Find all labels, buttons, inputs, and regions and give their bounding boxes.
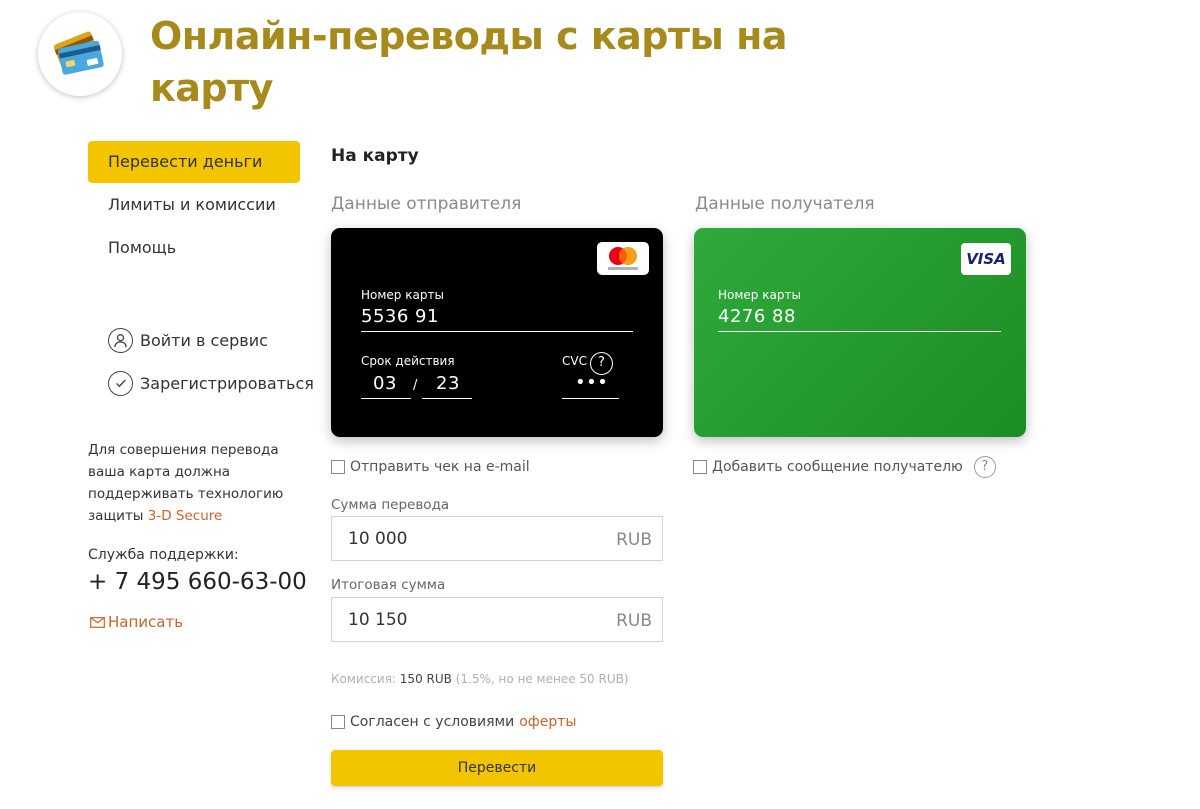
sidebar-item-limits[interactable]: Лимиты и комиссии [88,184,300,226]
send-receipt-option[interactable]: Отправить чек на e-mail [331,459,530,475]
total-field: 10 150 RUB [331,597,663,642]
user-icon [108,327,133,353]
expiry-year-underline [422,398,472,399]
add-message-label: Добавить сообщение получателю [712,459,963,475]
total-currency: RUB [616,611,652,631]
amount-value[interactable]: 10 000 [348,529,407,549]
sender-card: Номер карты 5536 91 Срок действия 03 / 2… [331,228,663,437]
register-link[interactable]: Зарегистрироваться [108,369,314,397]
expiry-month-input[interactable]: 03 [373,373,397,394]
sidebar-item-transfer[interactable]: Перевести деньги [88,141,300,183]
add-message-help-icon[interactable]: ? [973,456,996,478]
logo [38,12,122,96]
commission-note: (1.5%, но не менее 50 RUB) [455,672,629,686]
amount-currency: RUB [616,530,652,550]
login-link[interactable]: Войти в сервис [108,326,268,354]
login-label: Войти в сервис [140,330,268,350]
sidebar-item-help[interactable]: Помощь [88,227,300,269]
add-message-option[interactable]: Добавить сообщение получателю ? [693,456,996,478]
transfer-button[interactable]: Перевести [331,750,663,786]
add-message-checkbox[interactable] [693,460,707,474]
sender-card-number-label: Номер карты [361,288,444,302]
write-label: Написать [108,613,184,631]
form-heading: На карту [331,146,419,166]
cvc-label: CVC [562,354,587,368]
recipient-card-number-underline [718,331,1001,332]
agree-checkbox[interactable] [331,715,345,729]
expiry-month-underline [361,398,411,399]
expiry-separator: / [413,378,418,393]
recipient-card: VISA Номер карты 4276 88 [694,228,1026,437]
mastercard-icon [597,242,649,275]
recipient-section-label: Данные получателя [695,194,875,214]
expiry-year-input[interactable]: 23 [436,373,460,394]
commission-info: Комиссия: 150 RUB (1.5%, но не менее 50 … [331,672,629,686]
agree-option[interactable]: Согласен с условиями оферты [331,714,576,730]
commission-value: 150 RUB [399,672,452,686]
sender-card-number-underline [361,331,633,332]
cvc-input[interactable]: ••• [575,372,608,393]
write-link[interactable]: Написать [90,613,183,631]
total-value: 10 150 [348,610,408,630]
register-label: Зарегистрироваться [140,373,314,393]
support-phone: + 7 495 660-63-00 [88,569,307,595]
total-label: Итоговая сумма [331,577,446,593]
support-label: Служба поддержки: [88,547,239,563]
offer-link[interactable]: оферты [519,714,576,730]
amount-label: Сумма перевода [331,497,450,513]
3d-secure-link[interactable]: 3-D Secure [148,508,223,524]
commission-label: Комиссия: [331,672,396,686]
cvc-underline [562,398,619,399]
sender-section-label: Данные отправителя [331,194,522,214]
agree-label: Согласен с условиями [350,714,515,730]
recipient-card-number-input[interactable]: 4276 88 [718,306,796,327]
check-circle-icon [108,370,133,396]
visa-icon: VISA [961,243,1011,275]
mail-icon [90,616,105,628]
cards-icon [53,31,104,75]
sender-card-number-input[interactable]: 5536 91 [361,306,439,327]
send-receipt-label: Отправить чек на e-mail [350,459,530,475]
send-receipt-checkbox[interactable] [331,460,345,474]
page-title: Онлайн-переводы с карты на карту [150,14,788,110]
secure-info: Для совершения перевода ваша карта должн… [88,439,293,527]
recipient-card-number-label: Номер карты [718,288,801,302]
amount-field[interactable]: 10 000 RUB [331,516,663,561]
expiry-label: Срок действия [361,354,455,368]
